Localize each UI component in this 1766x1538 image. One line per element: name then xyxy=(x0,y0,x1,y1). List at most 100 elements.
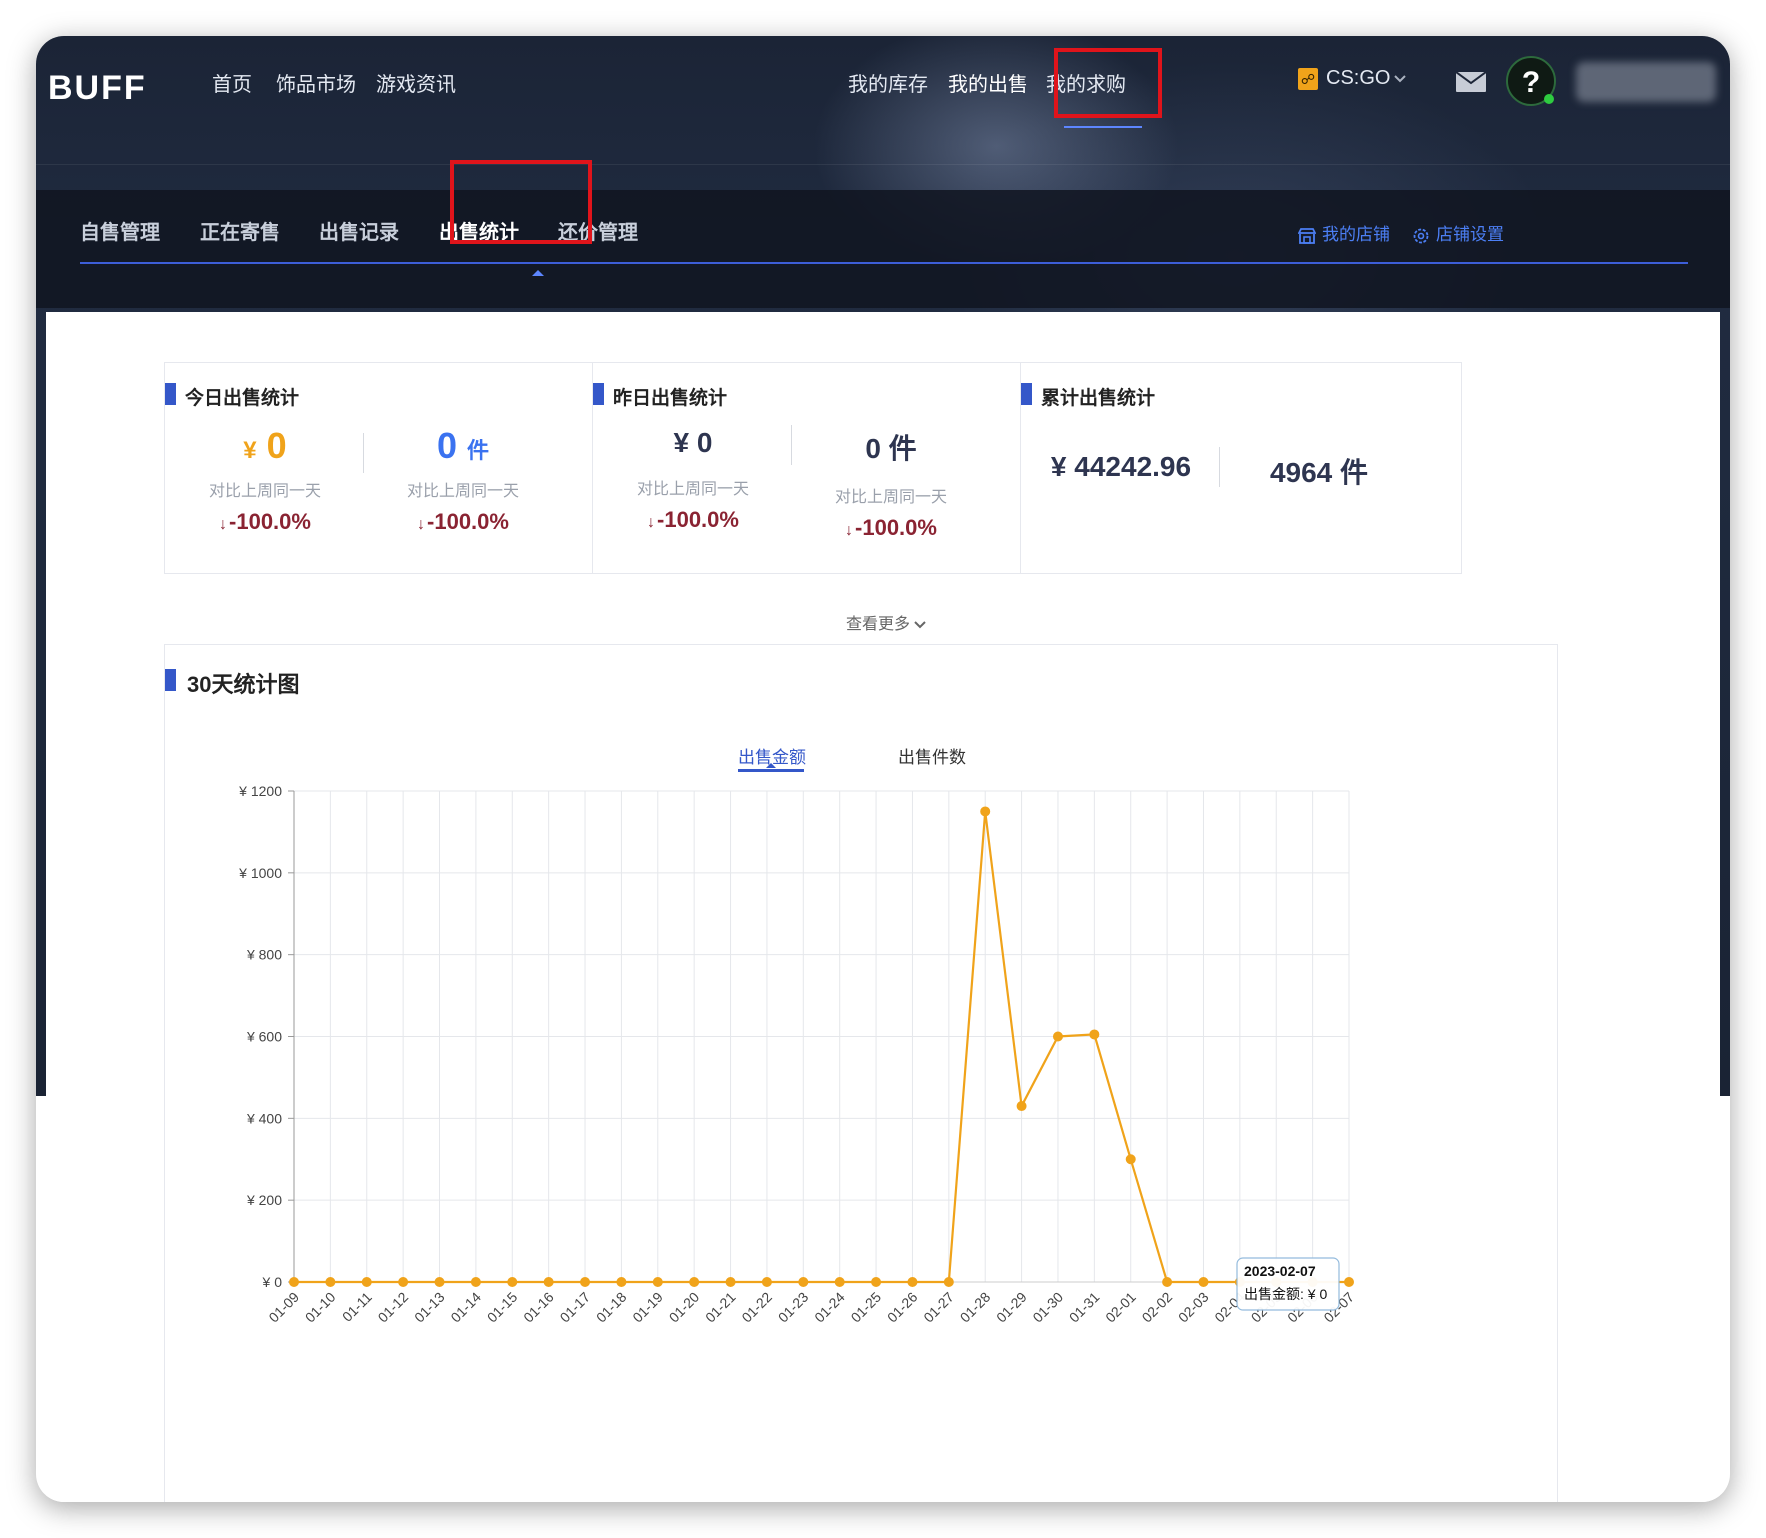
x-tick-label: 01-26 xyxy=(884,1289,921,1326)
card-title: 昨日出售统计 xyxy=(613,388,728,409)
tab-on-consignment[interactable]: 正在寄售 xyxy=(200,216,280,245)
today-count-value: 0 xyxy=(436,425,457,466)
data-point xyxy=(398,1277,409,1287)
data-point xyxy=(361,1277,372,1287)
card-accent-bar xyxy=(1021,383,1032,405)
y-tick-label: ¥ 400 xyxy=(246,1110,282,1126)
nav-my-sale[interactable]: 我的出售 xyxy=(948,68,1028,97)
sales-amount-line xyxy=(294,811,1349,1284)
mail-icon[interactable] xyxy=(1456,72,1486,92)
x-tick-label: 01-09 xyxy=(265,1289,302,1326)
online-status-dot xyxy=(1544,94,1554,104)
sub-navigation: 自售管理 正在寄售 出售记录 出售统计 还价管理 我的店铺 店铺设置 xyxy=(36,190,1730,308)
x-tick-label: 01-21 xyxy=(702,1289,739,1326)
nav-market[interactable]: 饰品市场 xyxy=(276,68,356,97)
x-tick-label: 01-17 xyxy=(557,1289,594,1326)
x-tick-label: 01-25 xyxy=(848,1289,885,1326)
yesterday-count-change: -100.0% xyxy=(855,515,937,540)
data-point xyxy=(1162,1277,1173,1287)
arrow-down-icon: ↓ xyxy=(647,514,656,531)
y-tick-label: ¥ 0 xyxy=(262,1274,283,1290)
x-tick-label: 01-27 xyxy=(920,1289,957,1326)
count-unit: 件 xyxy=(467,438,490,463)
gear-icon xyxy=(1413,228,1429,243)
nav-my-inventory[interactable]: 我的库存 xyxy=(848,68,928,97)
tab-self-sale-manage[interactable]: 自售管理 xyxy=(80,216,160,245)
total-amount-stat: ¥ 44242.96 xyxy=(1021,451,1221,483)
data-point xyxy=(434,1277,445,1287)
compare-label: 对比上周同一天 xyxy=(208,483,321,500)
compare-label: 对比上周同一天 xyxy=(406,483,519,500)
data-point xyxy=(761,1277,772,1287)
arrow-down-icon: ↓ xyxy=(417,516,426,533)
csgo-game-icon: ☍ xyxy=(1298,68,1318,90)
browser-window: BUFF 首页 饰品市场 游戏资讯 我的库存 我的出售 我的求购 ☍ CS:GO… xyxy=(36,36,1730,1502)
x-tick-label: 02-02 xyxy=(1139,1289,1176,1326)
highlight-box-sale-statistics xyxy=(450,160,592,244)
data-point xyxy=(689,1277,700,1287)
data-point xyxy=(980,806,991,817)
data-point xyxy=(580,1277,591,1287)
data-point xyxy=(1198,1277,1209,1287)
nav-game-news[interactable]: 游戏资讯 xyxy=(376,68,456,97)
currency-symbol: ¥ xyxy=(243,437,257,464)
today-count-change: -100.0% xyxy=(427,509,509,534)
top-navigation: BUFF 首页 饰品市场 游戏资讯 我的库存 我的出售 我的求购 ☍ CS:GO… xyxy=(36,36,1730,165)
yesterday-count-value: 0 件 xyxy=(865,433,917,464)
active-tab-caret xyxy=(532,270,544,276)
x-tick-label: 01-30 xyxy=(1029,1289,1066,1326)
yesterday-count-stat: 0 件 对比上周同一天 ↓-100.0% xyxy=(791,427,991,541)
x-tick-label: 01-11 xyxy=(339,1289,375,1325)
card-title: 今日出售统计 xyxy=(185,388,300,409)
svg-text:BUFF: BUFF xyxy=(48,69,147,106)
compare-label: 对比上周同一天 xyxy=(834,489,947,506)
data-point xyxy=(470,1277,481,1287)
arrow-down-icon: ↓ xyxy=(219,516,228,533)
x-tick-label: 01-31 xyxy=(1066,1289,1103,1326)
y-tick-label: ¥ 1200 xyxy=(238,783,282,799)
yesterday-amount-stat: ¥ 0 对比上周同一天 ↓-100.0% xyxy=(593,427,793,533)
y-tick-label: ¥ 800 xyxy=(246,947,282,963)
data-point xyxy=(871,1277,882,1287)
total-amount-value: ¥ 44242.96 xyxy=(1050,451,1192,482)
game-selector[interactable]: CS:GO xyxy=(1326,67,1390,90)
data-point xyxy=(943,1277,954,1287)
x-tick-label: 01-22 xyxy=(738,1289,775,1326)
x-tick-label: 01-16 xyxy=(520,1289,557,1326)
see-more-toggle[interactable]: 查看更多 xyxy=(846,610,927,634)
yesterday-amount-change: -100.0% xyxy=(657,507,739,532)
data-point xyxy=(652,1277,663,1287)
data-point xyxy=(543,1277,554,1287)
y-tick-label: ¥ 600 xyxy=(246,1029,282,1045)
x-tick-label: 01-18 xyxy=(593,1289,630,1326)
chart-card: 30天统计图 出售金额 出售件数 ¥ 0 ¥ 200 ¥ 400 ¥ 600 ¥ 800… xyxy=(164,644,1558,1502)
user-avatar-name-blurred[interactable] xyxy=(1576,62,1716,102)
data-point xyxy=(907,1277,918,1287)
yesterday-amount-value: ¥ 0 xyxy=(673,427,713,458)
chevron-down-icon[interactable] xyxy=(1394,74,1406,84)
x-tick-label: 01-14 xyxy=(447,1289,484,1326)
x-tick-label: 01-20 xyxy=(666,1289,703,1326)
card-accent-bar xyxy=(165,383,176,405)
buff-logo[interactable]: BUFF xyxy=(48,66,168,106)
data-point xyxy=(1016,1101,1027,1112)
total-count-value: 4964 件 xyxy=(1269,457,1369,488)
x-tick-label: 01-10 xyxy=(302,1289,339,1326)
shop-settings-link[interactable]: 店铺设置 xyxy=(1412,220,1504,245)
data-point xyxy=(325,1277,336,1287)
subnav-divider-line xyxy=(80,262,1688,264)
highlight-box-my-sale xyxy=(1054,48,1162,118)
tab-sale-records[interactable]: 出售记录 xyxy=(319,216,399,245)
y-tick-label: ¥ 200 xyxy=(246,1192,282,1208)
chevron-down-icon xyxy=(914,621,927,629)
x-tick-label: 01-19 xyxy=(629,1289,666,1326)
yesterday-sales-card: 昨日出售统计 ¥ 0 对比上周同一天 ↓-100.0% 0 件 对比上周同一天 … xyxy=(592,362,1034,574)
nav-active-underline xyxy=(1064,126,1142,128)
y-tick-label: ¥ 1000 xyxy=(238,865,282,881)
tooltip-value: 出售金额: ¥ 0 xyxy=(1244,1286,1327,1302)
today-count-stat: 0 件 对比上周同一天 ↓-100.0% xyxy=(363,425,563,535)
my-shop-link[interactable]: 我的店铺 xyxy=(1297,220,1390,245)
nav-home[interactable]: 首页 xyxy=(212,68,252,97)
compare-label: 对比上周同一天 xyxy=(636,481,749,498)
line-chart: ¥ 0 ¥ 200 ¥ 400 ¥ 600 ¥ 800 ¥ 1000 ¥ 1200 01-09… xyxy=(238,783,1357,1326)
